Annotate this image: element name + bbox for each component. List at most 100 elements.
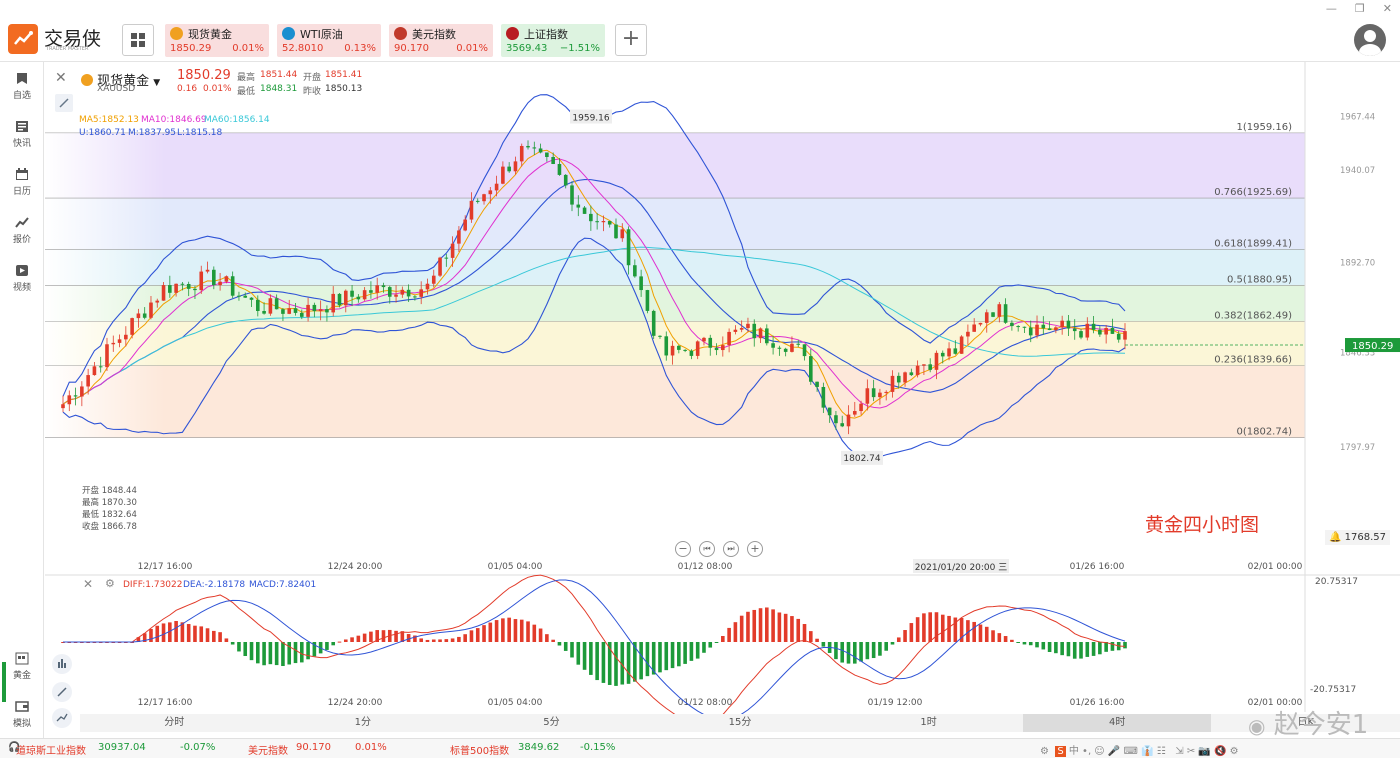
open-value: 1851.41: [325, 70, 363, 80]
macd-bar: [947, 615, 951, 642]
macd-bar: [802, 624, 807, 642]
layout-grid-button[interactable]: [122, 24, 154, 56]
indicator-tool-button[interactable]: [52, 654, 72, 674]
zoom-out-button[interactable]: −: [675, 541, 691, 557]
quote-price: 90.170: [394, 43, 429, 54]
close-chart-button[interactable]: ✕: [55, 70, 67, 86]
candle-body: [268, 298, 273, 314]
macd-bar: [1079, 642, 1083, 659]
candle-body: [482, 194, 486, 202]
candle-body: [595, 221, 599, 223]
price-chart[interactable]: 1(1959.16) 0.766(1925.69) 0.618(1899.41) 0.…: [45, 62, 1400, 714]
quote-tab[interactable]: 上证指数 3569.43 −1.51%: [501, 24, 605, 57]
timeframe-tab[interactable]: 15分: [646, 714, 835, 732]
candle-body: [790, 343, 794, 352]
minimize-icon[interactable]: —: [1326, 2, 1337, 15]
timeframe-tabs: 分时 1分 5分 15分 1时 4时 日K: [80, 714, 1400, 732]
draw-tool-button[interactable]: [55, 94, 73, 112]
candle-body: [589, 213, 593, 222]
candle-body: [959, 336, 964, 354]
sidebar-item-label: 黄金: [12, 671, 31, 681]
macd-bar: [249, 642, 254, 661]
macd-bar: [796, 618, 801, 642]
sidebar-item[interactable]: 模拟: [0, 700, 44, 729]
ime-icon[interactable]: S: [1055, 746, 1066, 757]
high-value: 1851.44: [260, 70, 298, 80]
macd-bar: [1085, 642, 1090, 657]
candle-body: [808, 356, 813, 382]
x-axis-label: 12/17 16:00: [138, 562, 193, 572]
timeframe-tab[interactable]: 分时: [80, 714, 269, 732]
sidebar-item[interactable]: 日历: [0, 168, 44, 197]
candle-body: [526, 145, 530, 148]
candle-body: [601, 221, 606, 223]
candle-body: [494, 183, 499, 191]
candle-body: [1079, 331, 1083, 338]
macd-bar: [350, 637, 354, 642]
candle-body: [142, 313, 147, 318]
chart-type-button[interactable]: [52, 708, 72, 728]
candle-body: [1016, 326, 1020, 328]
x-axis-label: 01/05 04:00: [488, 562, 543, 572]
ticker-name[interactable]: 美元指数: [248, 742, 288, 757]
timeframe-tab[interactable]: 1时: [834, 714, 1023, 732]
macd-bar: [896, 637, 901, 642]
macd-bar: [859, 642, 863, 662]
ticker-name[interactable]: 道琼斯工业指数: [16, 742, 86, 757]
macd-bar: [721, 635, 725, 642]
fib-band: [45, 365, 1305, 438]
macd-settings-icon[interactable]: ⚙: [105, 577, 115, 590]
sidebar-item[interactable]: 黄金: [0, 652, 44, 681]
macd-value-legend: MACD:7.82401: [249, 580, 317, 590]
macd-bar: [997, 633, 1002, 642]
close-macd-button[interactable]: ✕: [83, 577, 93, 591]
timeframe-tab[interactable]: 1分: [269, 714, 458, 732]
app-logo[interactable]: 交易侠 TRADER MASTER: [8, 24, 101, 54]
quote-name: 现货黄金: [188, 28, 232, 41]
sidebar-item-label: 自选: [12, 91, 31, 101]
macd-bar: [733, 622, 738, 642]
macd-bar: [1016, 642, 1020, 643]
fib-label: 0.5(1880.95): [1227, 274, 1292, 285]
zoom-in-button[interactable]: +: [747, 541, 763, 557]
step-forward-button[interactable]: ⏭: [723, 541, 739, 557]
macd-bar: [532, 624, 537, 642]
restore-icon[interactable]: ❐: [1355, 2, 1365, 15]
sidebar-item[interactable]: 快讯: [0, 120, 44, 149]
timeframe-tab[interactable]: 4时: [1022, 714, 1212, 732]
sidebar-item-label: 模拟: [12, 719, 31, 729]
macd-bar: [519, 619, 524, 642]
top-bar: 交易侠 TRADER MASTER 现货黄金 1850.29 0.01% WTI原油…: [0, 0, 1400, 62]
candle-body: [865, 388, 870, 404]
ticker-name[interactable]: 标普500指数: [450, 742, 509, 757]
candle-body: [92, 366, 97, 376]
macd-bar: [293, 642, 298, 664]
add-quote-button[interactable]: +: [615, 24, 647, 56]
candle-body: [871, 388, 876, 398]
sidebar-item[interactable]: 报价: [0, 216, 44, 245]
macd-bar: [934, 612, 939, 642]
sidebar-item[interactable]: 视频: [0, 264, 44, 293]
candle-body: [563, 174, 568, 186]
draw-line-button[interactable]: [52, 682, 72, 702]
candle-body: [249, 297, 254, 300]
ohlc-low: 最低 1832.64: [82, 510, 137, 520]
close-window-icon[interactable]: ✕: [1383, 2, 1392, 15]
candle-body: [174, 283, 178, 293]
quote-tab[interactable]: WTI原油 52.8010 0.13%: [277, 24, 381, 57]
quote-tab[interactable]: 现货黄金 1850.29 0.01%: [165, 24, 269, 57]
macd-bar: [212, 630, 216, 642]
macd-bar: [708, 642, 713, 648]
candle-body: [947, 348, 951, 357]
quote-tab[interactable]: 美元指数 90.170 0.01%: [389, 24, 493, 57]
price-alert[interactable]: 🔔 1768.57: [1325, 530, 1390, 545]
user-avatar[interactable]: [1354, 24, 1386, 56]
sidebar-item[interactable]: 自选: [0, 72, 44, 101]
candle-body: [551, 156, 555, 165]
macd-bar: [1003, 636, 1008, 642]
step-back-button[interactable]: ⏮: [699, 541, 715, 557]
macd-axis-bottom: -20.75317: [1310, 685, 1356, 695]
timeframe-tab[interactable]: 5分: [457, 714, 646, 732]
candle-body: [350, 290, 354, 297]
candle-body: [633, 265, 637, 277]
